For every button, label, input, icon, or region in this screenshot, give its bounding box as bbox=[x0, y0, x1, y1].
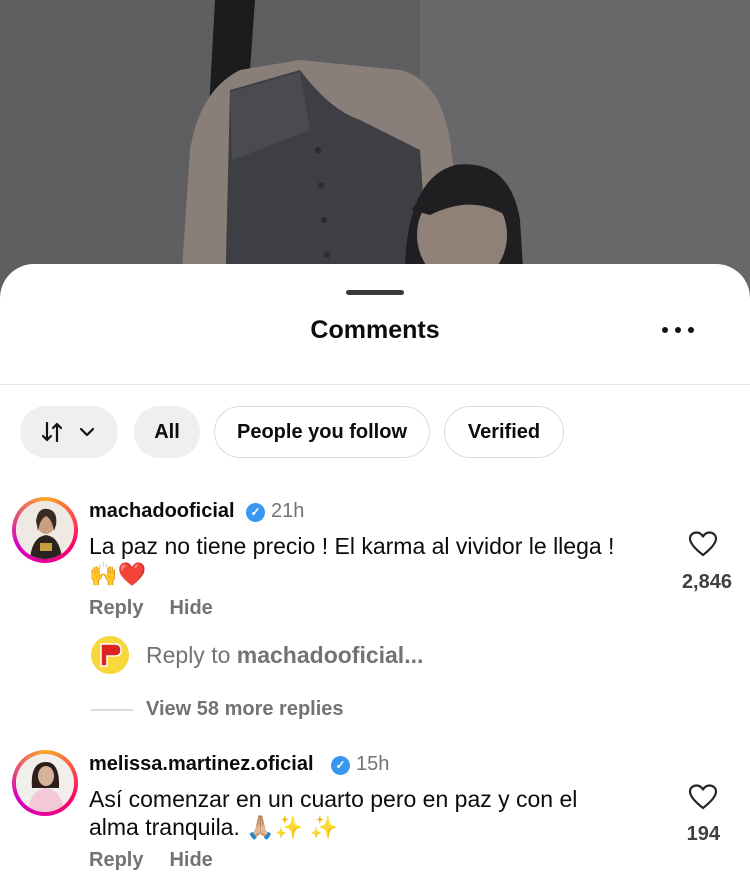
chevron-down-icon bbox=[79, 427, 95, 437]
comment-text-line-2: alma tranquila. 🙏🏼✨ ✨ bbox=[89, 814, 339, 840]
current-user-avatar bbox=[91, 636, 129, 674]
more-horizontal-icon[interactable] bbox=[662, 318, 694, 342]
view-more-replies-button[interactable]: View 58 more replies bbox=[146, 698, 344, 721]
avatar[interactable] bbox=[12, 497, 78, 563]
comment-text-line-1: Así comenzar en un cuarto pero en paz y … bbox=[89, 786, 578, 812]
drag-handle[interactable] bbox=[346, 290, 404, 295]
comment-text-line-2: 🙌❤️ bbox=[89, 561, 147, 587]
reply-prompt[interactable]: Reply to machadooficial... bbox=[0, 635, 750, 677]
header-divider bbox=[0, 384, 750, 385]
sheet-title: Comments bbox=[310, 316, 440, 344]
verified-badge-icon: ✓ bbox=[246, 503, 265, 522]
comment-text-line-1: La paz no tiene precio ! El karma al viv… bbox=[89, 533, 615, 559]
hide-button[interactable]: Hide bbox=[169, 849, 212, 871]
comment-actions: Reply Hide bbox=[89, 597, 239, 620]
comment-time: 21h bbox=[271, 500, 305, 522]
like-count: 194 bbox=[686, 823, 720, 845]
reply-prefix: Reply to bbox=[146, 642, 237, 668]
comment-item: machadooficial ✓ 21h La paz no tiene pre… bbox=[0, 495, 750, 725]
reply-target: machadooficial... bbox=[236, 642, 424, 668]
sort-button[interactable] bbox=[20, 406, 118, 458]
reply-button[interactable]: Reply bbox=[89, 597, 143, 619]
chip-all[interactable]: All bbox=[134, 406, 200, 458]
comment-actions: Reply Hide bbox=[89, 849, 239, 872]
reply-button[interactable]: Reply bbox=[89, 849, 143, 871]
heart-icon[interactable] bbox=[688, 783, 718, 811]
heart-icon[interactable] bbox=[688, 530, 718, 558]
profile-photo bbox=[16, 501, 74, 559]
avatar[interactable] bbox=[12, 750, 78, 816]
comment-time: 15h bbox=[356, 753, 390, 775]
comment-username[interactable]: machadooficial bbox=[89, 500, 235, 523]
like-count: 2,846 bbox=[681, 571, 732, 593]
verified-badge-icon: ✓ bbox=[331, 756, 350, 775]
post-photo-background bbox=[0, 0, 750, 300]
sort-arrows-icon bbox=[41, 421, 63, 443]
chip-people-you-follow[interactable]: People you follow bbox=[214, 406, 430, 458]
view-replies-line bbox=[91, 709, 133, 711]
profile-photo bbox=[16, 754, 74, 812]
user-logo-icon bbox=[91, 636, 129, 674]
comment-item: melissa.martinez.oficial ✓ 15h Así comen… bbox=[0, 748, 750, 891]
comment-username[interactable]: melissa.martinez.oficial bbox=[89, 753, 314, 776]
chip-verified[interactable]: Verified bbox=[444, 406, 564, 458]
hide-button[interactable]: Hide bbox=[169, 597, 212, 619]
